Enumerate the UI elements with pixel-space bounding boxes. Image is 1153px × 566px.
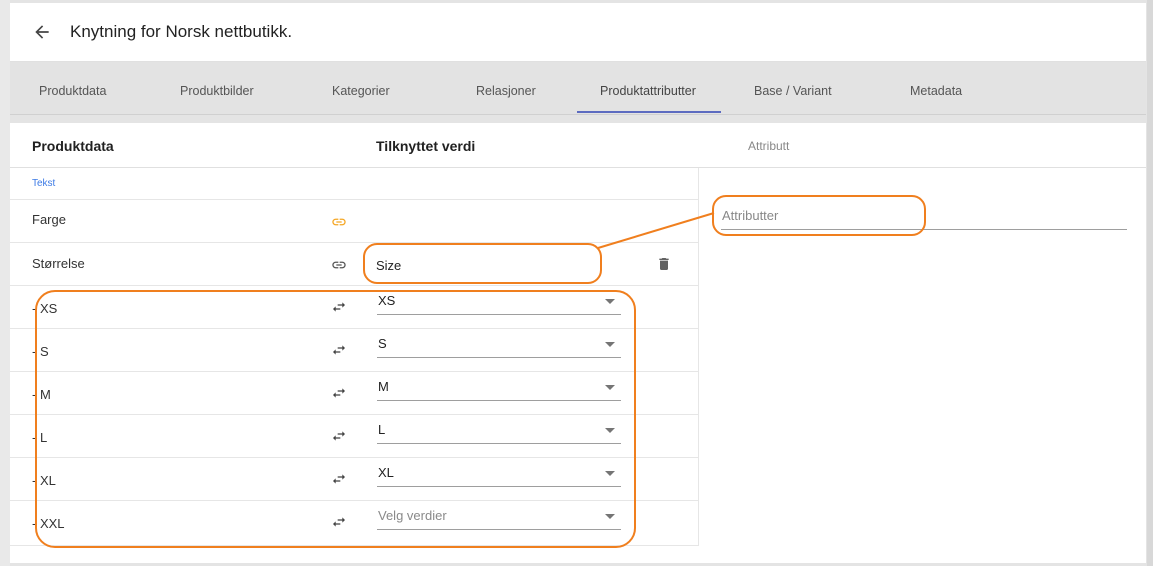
value-select[interactable]: S [377, 333, 621, 358]
row-label: Størrelse [32, 256, 85, 271]
select-value: L [378, 422, 386, 437]
table-row: - M M [10, 371, 698, 414]
select-value: M [378, 379, 389, 394]
arrow-left-icon[interactable] [32, 22, 52, 42]
column-header-produktdata: Produktdata [32, 138, 114, 154]
row-label: - XXL [32, 516, 65, 531]
column-header-attributt: Attributt [748, 139, 790, 153]
caret-down-icon [605, 514, 615, 519]
tab-metadata[interactable]: Metadata [910, 84, 962, 98]
tab-kategorier[interactable]: Kategorier [332, 84, 390, 98]
link-icon[interactable] [328, 257, 350, 273]
link-icon[interactable] [328, 214, 350, 230]
swap-horizontal-icon [333, 431, 345, 441]
table-row: - XS XS [10, 285, 698, 328]
section-label-tekst: Tekst [32, 178, 56, 189]
select-value: XS [378, 293, 396, 308]
caret-down-icon [605, 428, 615, 433]
table-row: - XL XL [10, 457, 698, 500]
tab-bar: Produktdata Produktbilder Kategorier Rel… [10, 62, 1146, 115]
tab-relasjoner[interactable]: Relasjoner [476, 84, 536, 98]
table-row-farge: Farge [10, 199, 698, 242]
caret-down-icon [605, 385, 615, 390]
active-tab-indicator [577, 111, 721, 113]
row-label: Farge [32, 212, 66, 227]
value-select[interactable]: M [377, 376, 621, 401]
table-row: - S S [10, 328, 698, 371]
caret-down-icon [605, 471, 615, 476]
attribute-input-placeholder: Attributter [722, 208, 779, 223]
caret-down-icon [605, 342, 615, 347]
attribute-input[interactable]: Attributter [721, 205, 1127, 230]
row-label: - XL [32, 473, 56, 488]
app-window: Knytning for Norsk nettbutikk. Produktda… [0, 0, 1153, 566]
caret-down-icon [605, 299, 615, 304]
value-select[interactable]: L [377, 419, 621, 444]
page-title: Knytning for Norsk nettbutikk. [70, 22, 293, 41]
row-label: - L [32, 430, 48, 445]
tab-base-variant[interactable]: Base / Variant [754, 84, 832, 98]
column-header-tilknyttet-verdi: Tilknyttet verdi [376, 138, 476, 154]
page-header: Knytning for Norsk nettbutikk. [10, 3, 1146, 62]
trash-icon[interactable] [656, 255, 672, 273]
swap-horizontal-icon [333, 474, 345, 484]
tab-produktbilder[interactable]: Produktbilder [180, 84, 254, 98]
swap-horizontal-icon [333, 345, 345, 355]
select-value: S [378, 336, 387, 351]
select-placeholder: Velg verdier [378, 508, 447, 523]
tab-produktattributter[interactable]: Produktattributter [600, 84, 696, 98]
swap-horizontal-icon [333, 388, 345, 398]
row-label: - XS [32, 301, 58, 316]
select-value: XL [378, 465, 394, 480]
linked-value: Size [376, 258, 402, 273]
frame-edge-left [0, 0, 10, 566]
table-row-storrelse: Størrelse Size [10, 242, 698, 285]
table-row: - XXL Velg verdier [10, 500, 698, 545]
tab-produktdata[interactable]: Produktdata [39, 84, 106, 98]
value-select[interactable]: XS [377, 290, 621, 315]
swap-horizontal-icon [333, 302, 345, 312]
table-row: - L L [10, 414, 698, 457]
value-select[interactable]: Velg verdier [377, 505, 621, 530]
row-label: - M [32, 387, 51, 402]
swap-horizontal-icon [333, 517, 345, 527]
frame-edge-right [1147, 0, 1153, 566]
value-select[interactable]: XL [377, 462, 621, 487]
mapping-panel: Produktdata Tilknyttet verdi Attributt T… [10, 123, 1146, 563]
row-label: - S [32, 344, 49, 359]
mapping-table: Tekst Farge Størrelse Size - XS XS - S S… [10, 168, 699, 546]
